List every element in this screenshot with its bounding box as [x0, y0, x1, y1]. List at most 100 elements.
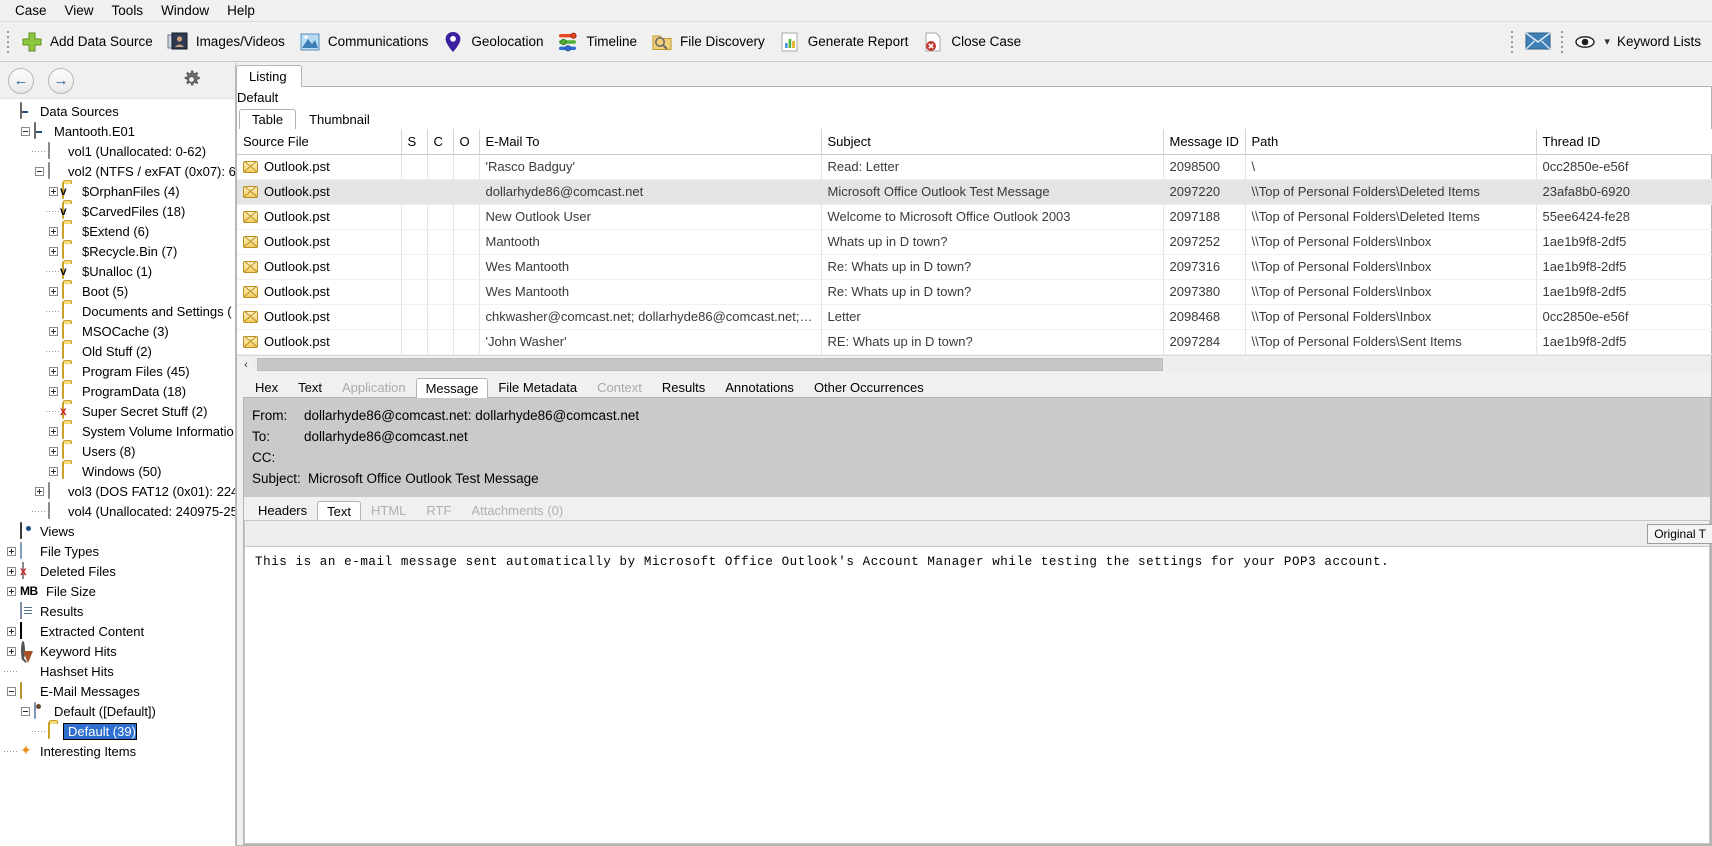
expand-icon[interactable] [46, 247, 60, 256]
expand-icon[interactable] [4, 627, 18, 636]
tab-table[interactable]: Table [239, 109, 296, 129]
col-o[interactable]: O [453, 129, 479, 154]
tree-node[interactable]: E-Mail Messages [0, 681, 235, 701]
expand-icon[interactable] [46, 187, 60, 196]
tree-node[interactable]: File Types [0, 541, 235, 561]
email-toolbar-button[interactable] [1518, 25, 1554, 59]
col-thread-id[interactable]: Thread ID [1536, 129, 1712, 154]
expand-icon[interactable] [46, 447, 60, 456]
tree-node[interactable]: Boot (5) [0, 281, 235, 301]
message-tab-text[interactable]: Text [317, 501, 361, 521]
menu-view[interactable]: View [56, 2, 103, 19]
original-text-selector[interactable]: Original T [1647, 524, 1712, 544]
content-tab-results[interactable]: Results [652, 377, 715, 397]
expand-icon[interactable] [46, 387, 60, 396]
tree-node[interactable]: Old Stuff (2) [0, 341, 235, 361]
table-row[interactable]: Outlook.pst Wes Mantooth Re: Whats up in D… [237, 254, 1712, 279]
expand-icon[interactable] [46, 367, 60, 376]
tree-node[interactable]: MSOCache (3) [0, 321, 235, 341]
message-tab-headers[interactable]: Headers [248, 500, 317, 520]
add-data-source-button[interactable]: Add Data Source [14, 25, 160, 59]
tree-node[interactable]: Views [0, 521, 235, 541]
content-tab-other-occurrences[interactable]: Other Occurrences [804, 377, 934, 397]
tree-node[interactable]: System Volume Informatio [0, 421, 235, 441]
close-case-button[interactable]: Close Case ⱟ [915, 25, 1037, 59]
tree-node[interactable]: v $Unalloc (1) [0, 261, 235, 281]
content-tab-message[interactable]: Message [416, 378, 489, 398]
table-row[interactable]: Outlook.pst 'John Washer' RE: Whats up in … [237, 329, 1712, 354]
tree-node[interactable]: Documents and Settings ( [0, 301, 235, 321]
scrollbar-thumb[interactable] [257, 358, 1163, 371]
menu-tools[interactable]: Tools [103, 2, 153, 19]
tree-node[interactable]: x Deleted Files [0, 561, 235, 581]
directory-tree[interactable]: Data Sources Mantooth.E01 vol1 (Unallocate… [0, 99, 235, 846]
listing-horizontal-scrollbar[interactable]: ‹ [237, 355, 1711, 374]
col-source-file[interactable]: Source File [237, 129, 401, 154]
menu-window[interactable]: Window [152, 2, 218, 19]
tree-node[interactable]: Extracted Content [0, 621, 235, 641]
menu-help[interactable]: Help [218, 2, 264, 19]
scroll-left-icon[interactable]: ‹ [239, 359, 253, 371]
collapse-icon[interactable] [32, 167, 46, 176]
table-row[interactable]: Outlook.pst chkwasher@comcast.net; dollar… [237, 304, 1712, 329]
menu-case[interactable]: Case [6, 2, 56, 19]
col-c[interactable]: C [427, 129, 453, 154]
back-button[interactable]: ← [8, 68, 34, 94]
tree-node[interactable]: $Recycle.Bin (7) [0, 241, 235, 261]
table-row[interactable]: Outlook.pst New Outlook User Welcome to Mi… [237, 204, 1712, 229]
col-subject[interactable]: Subject [821, 129, 1163, 154]
toolbar-grip-2[interactable] [1510, 29, 1514, 55]
tree-node[interactable]: Mantooth.E01 [0, 121, 235, 141]
expand-icon[interactable] [4, 647, 18, 656]
tree-node[interactable]: $Extend (6) [0, 221, 235, 241]
collapse-icon[interactable] [4, 687, 18, 696]
tree-settings-button[interactable] [182, 70, 201, 92]
tree-node[interactable]: v $OrphanFiles (4) [0, 181, 235, 201]
tree-node[interactable]: Data Sources [0, 101, 235, 121]
tree-node[interactable]: Hashset Hits [0, 661, 235, 681]
tree-node[interactable]: Default ([Default]) [0, 701, 235, 721]
table-row[interactable]: Outlook.pst dollarhyde86@comcast.net Micro… [237, 179, 1712, 204]
tree-node[interactable]: Program Files (45) [0, 361, 235, 381]
tab-listing[interactable]: Listing [236, 65, 302, 87]
timeline-button[interactable]: Timeline [550, 25, 644, 59]
tree-node[interactable]: vol1 (Unallocated: 0-62) [0, 141, 235, 161]
tree-node[interactable]: MB File Size [0, 581, 235, 601]
tree-node[interactable]: ✦ Interesting Items [0, 741, 235, 761]
caret-down-icon[interactable]: ▾ [1604, 35, 1610, 48]
content-tab-annotations[interactable]: Annotations [715, 377, 804, 397]
content-tab-file-metadata[interactable]: File Metadata [488, 377, 587, 397]
tree-node[interactable]: vol2 (NTFS / exFAT (0x07): 6 [0, 161, 235, 181]
col-path[interactable]: Path [1245, 129, 1536, 154]
tree-node[interactable]: x Super Secret Stuff (2) [0, 401, 235, 421]
expand-icon[interactable] [46, 327, 60, 336]
tree-node[interactable]: v $CarvedFiles (18) [0, 201, 235, 221]
content-tab-hex[interactable]: Hex [245, 377, 288, 397]
expand-icon[interactable] [4, 547, 18, 556]
table-row[interactable]: Outlook.pst Wes Mantooth Re: Whats up in D… [237, 279, 1712, 304]
content-tab-text[interactable]: Text [288, 377, 332, 397]
forward-button[interactable]: → [48, 68, 74, 94]
tree-node[interactable]: Windows (50) [0, 461, 235, 481]
expand-icon[interactable] [32, 487, 46, 496]
collapse-icon[interactable] [18, 707, 32, 716]
generate-report-button[interactable]: Generate Report [772, 25, 916, 59]
expand-icon[interactable] [4, 587, 18, 596]
tab-thumbnail[interactable]: Thumbnail [296, 109, 383, 129]
scrollbar-track[interactable] [253, 358, 1711, 371]
expand-icon[interactable] [46, 227, 60, 236]
col-s[interactable]: S [401, 129, 427, 154]
tree-node[interactable]: vol3 (DOS FAT12 (0x01): 224 [0, 481, 235, 501]
tree-node[interactable]: Keyword Hits [0, 641, 235, 661]
expand-icon[interactable] [46, 287, 60, 296]
expand-icon[interactable] [46, 427, 60, 436]
table-row[interactable]: Outlook.pst Mantooth Whats up in D town? 20… [237, 229, 1712, 254]
expand-icon[interactable] [46, 467, 60, 476]
tree-node[interactable]: Results [0, 601, 235, 621]
keyword-lists-button[interactable]: ▾ Keyword Lists [1568, 25, 1708, 59]
col-message-id[interactable]: Message ID [1163, 129, 1245, 154]
images-videos-button[interactable]: Images/Videos [160, 25, 292, 59]
col-email-to[interactable]: E-Mail To [479, 129, 821, 154]
communications-button[interactable]: Communications [292, 25, 436, 59]
geolocation-button[interactable]: Geolocation [435, 25, 550, 59]
